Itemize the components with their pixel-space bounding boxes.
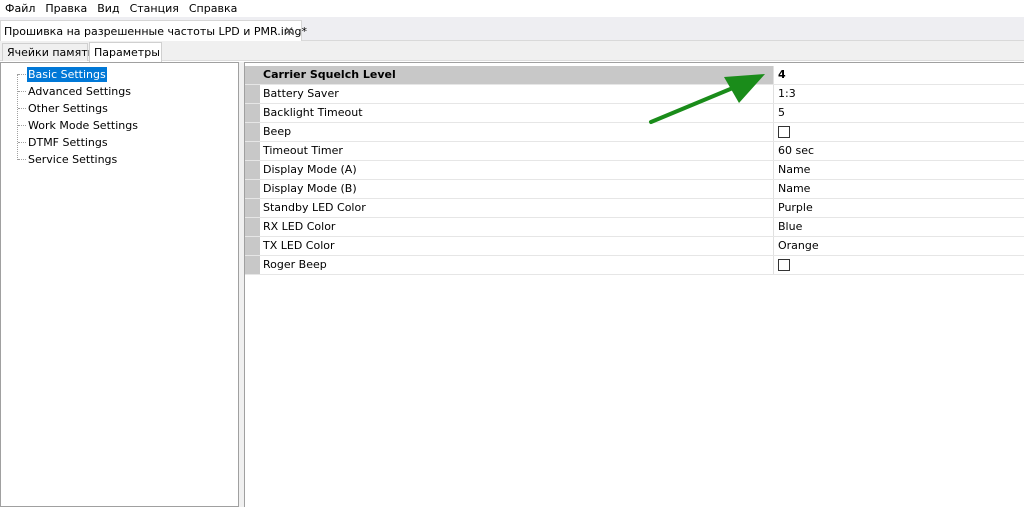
tree-connector — [18, 159, 26, 160]
close-icon[interactable]: ✕ — [283, 24, 295, 38]
property-grid: Carrier Squelch Level 4 Battery Saver 1:… — [244, 62, 1024, 507]
row-gutter — [245, 85, 260, 103]
inner-tab-strip: Ячейки памяти Параметры — [0, 41, 1024, 62]
property-value[interactable]: Purple — [774, 199, 1024, 217]
row-gutter — [245, 123, 260, 141]
row-gutter — [245, 142, 260, 160]
tree-item-dtmf-settings[interactable]: DTMF Settings — [27, 135, 109, 150]
row-gutter — [245, 161, 260, 179]
tree-item-basic-settings[interactable]: Basic Settings — [27, 67, 107, 82]
row-gutter — [245, 199, 260, 217]
property-name: RX LED Color — [260, 218, 774, 236]
tab-parameters[interactable]: Параметры — [89, 42, 162, 62]
tab-memory-cells[interactable]: Ячейки памяти — [2, 43, 95, 61]
property-value[interactable]: Name — [774, 161, 1024, 179]
tree-connector — [18, 142, 26, 143]
property-name: Beep — [260, 123, 774, 141]
property-name: Display Mode (A) — [260, 161, 774, 179]
settings-tree: Basic Settings Advanced Settings Other S… — [0, 62, 239, 507]
property-row[interactable]: RX LED Color Blue — [245, 218, 1024, 237]
property-row[interactable]: Backlight Timeout 5 — [245, 104, 1024, 123]
beep-checkbox[interactable] — [778, 126, 790, 138]
property-value[interactable]: Blue — [774, 218, 1024, 236]
roger-beep-checkbox[interactable] — [778, 259, 790, 271]
property-name: Backlight Timeout — [260, 104, 774, 122]
tree-connector — [17, 74, 18, 160]
tree-connector — [18, 91, 26, 92]
document-tab-title: Прошивка на разрешенные частоты LPD и PM… — [4, 24, 307, 38]
property-value — [774, 256, 1024, 274]
property-value[interactable]: 5 — [774, 104, 1024, 122]
property-value[interactable]: Orange — [774, 237, 1024, 255]
menu-bar: Файл Правка Вид Станция Справка — [0, 0, 1024, 17]
property-name: Roger Beep — [260, 256, 774, 274]
property-row[interactable]: Beep — [245, 123, 1024, 142]
property-row[interactable]: Timeout Timer 60 sec — [245, 142, 1024, 161]
row-gutter — [245, 218, 260, 236]
property-name: TX LED Color — [260, 237, 774, 255]
tree-item-advanced-settings[interactable]: Advanced Settings — [27, 84, 132, 99]
property-row[interactable]: TX LED Color Orange — [245, 237, 1024, 256]
tree-connector — [18, 125, 26, 126]
tree-connector — [18, 108, 26, 109]
row-gutter — [245, 104, 260, 122]
menu-edit[interactable]: Правка — [43, 0, 93, 17]
menu-station[interactable]: Станция — [128, 0, 185, 17]
tree-item-work-mode-settings[interactable]: Work Mode Settings — [27, 118, 139, 133]
row-gutter — [245, 237, 260, 255]
document-tab[interactable]: Прошивка на разрешенные частоты LPD и PM… — [0, 20, 307, 41]
property-row[interactable]: Display Mode (A) Name — [245, 161, 1024, 180]
row-gutter — [245, 256, 260, 274]
property-row[interactable]: Roger Beep — [245, 256, 1024, 275]
property-row[interactable]: Carrier Squelch Level 4 — [245, 66, 1024, 85]
property-row[interactable]: Battery Saver 1:3 — [245, 85, 1024, 104]
row-gutter — [245, 180, 260, 198]
property-name: Standby LED Color — [260, 199, 774, 217]
property-row[interactable]: Standby LED Color Purple — [245, 199, 1024, 218]
tree-connector — [18, 74, 26, 75]
property-name: Timeout Timer — [260, 142, 774, 160]
property-value[interactable]: 1:3 — [774, 85, 1024, 103]
document-tab-strip: Прошивка на разрешенные частоты LPD и PM… — [0, 17, 1024, 41]
property-name: Display Mode (B) — [260, 180, 774, 198]
menu-file[interactable]: Файл — [3, 0, 41, 17]
property-value[interactable]: 4 — [774, 66, 1024, 84]
menu-help[interactable]: Справка — [187, 0, 243, 17]
menu-view[interactable]: Вид — [95, 0, 125, 17]
property-name: Carrier Squelch Level — [260, 66, 774, 84]
tree-item-other-settings[interactable]: Other Settings — [27, 101, 109, 116]
property-row[interactable]: Display Mode (B) Name — [245, 180, 1024, 199]
property-value[interactable]: Name — [774, 180, 1024, 198]
row-gutter — [245, 66, 260, 84]
property-name: Battery Saver — [260, 85, 774, 103]
tree-item-service-settings[interactable]: Service Settings — [27, 152, 118, 167]
property-value — [774, 123, 1024, 141]
property-value[interactable]: 60 sec — [774, 142, 1024, 160]
